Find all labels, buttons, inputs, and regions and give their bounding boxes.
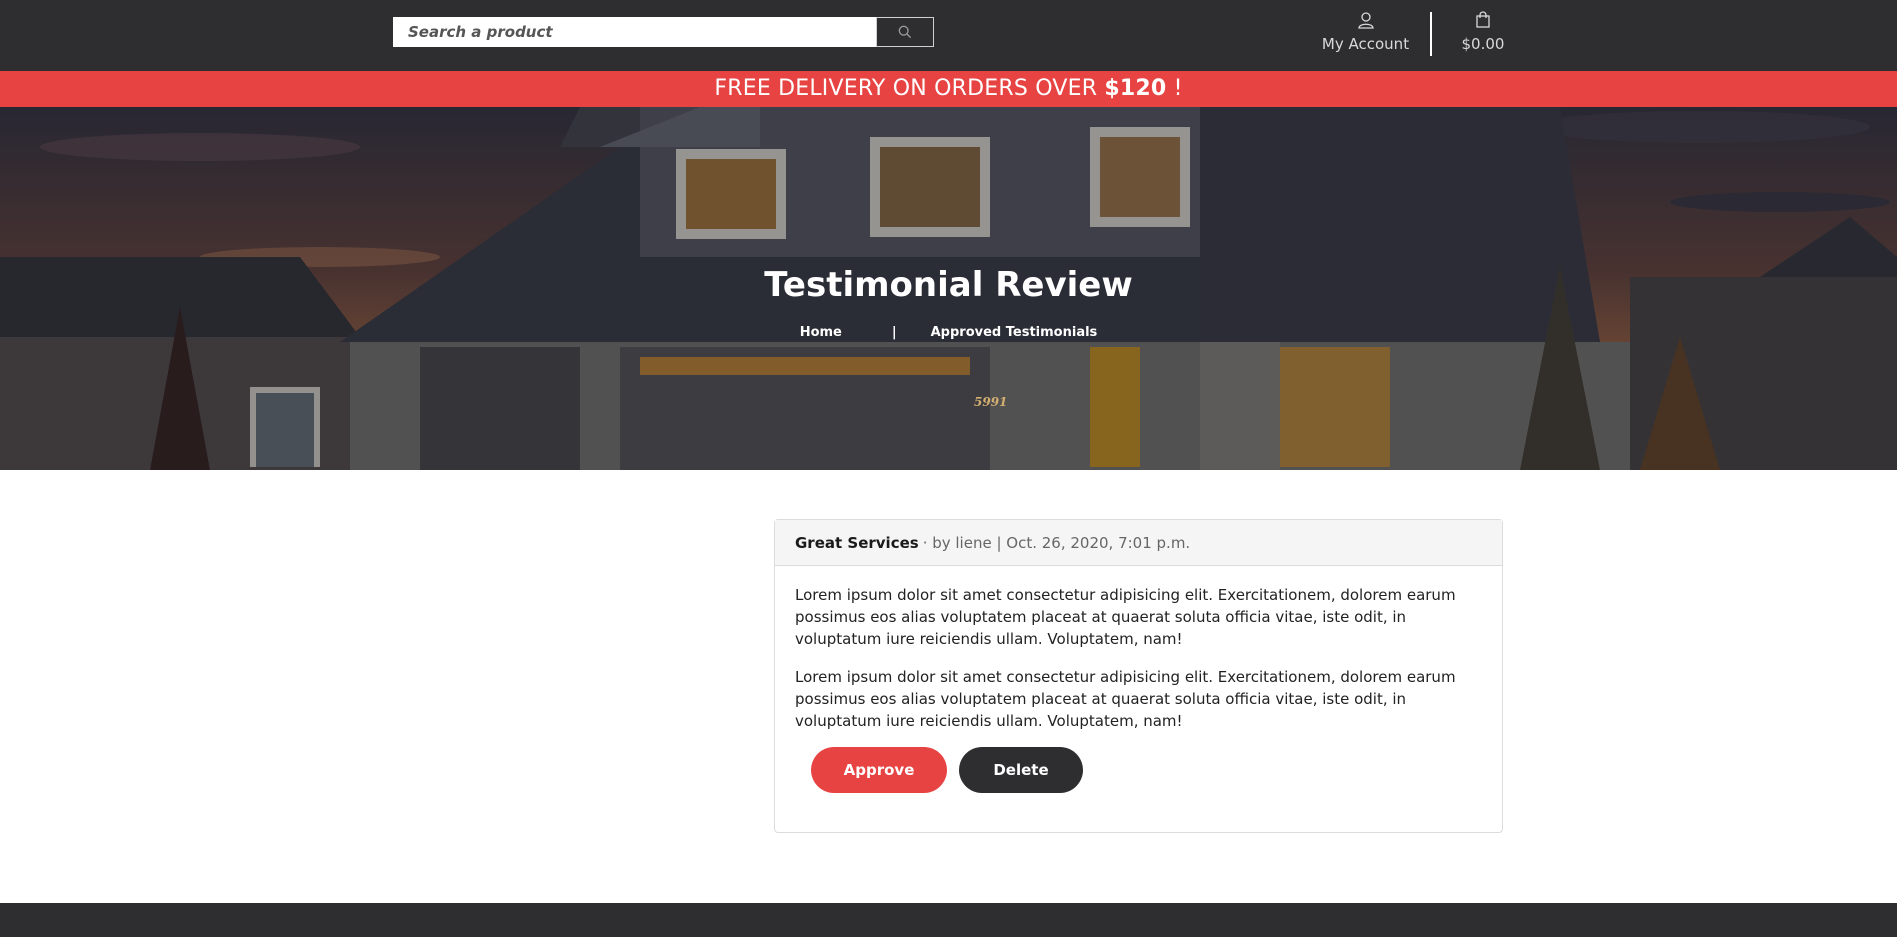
delete-button[interactable]: Delete: [959, 747, 1083, 793]
testimonial-card: Great Services · by liene | Oct. 26, 202…: [774, 519, 1503, 833]
testimonial-title: Great Services: [795, 533, 919, 552]
search-icon: [898, 25, 912, 39]
header-divider: [1430, 12, 1432, 56]
testimonial-body: Lorem ipsum dolor sit amet consectetur a…: [775, 566, 1502, 793]
testimonial-meta: · by liene | Oct. 26, 2020, 7:01 p.m.: [922, 533, 1191, 552]
cart-total: $0.00: [1461, 35, 1505, 53]
promo-amount: $120: [1104, 76, 1167, 101]
breadcrumb-current: Approved Testimonials: [930, 325, 1098, 340]
user-icon: [1318, 11, 1413, 31]
approve-button[interactable]: Approve: [811, 747, 947, 793]
breadcrumb-home-link[interactable]: Home: [800, 325, 842, 340]
search-button[interactable]: [876, 17, 934, 47]
testimonial-paragraph: Lorem ipsum dolor sit amet consectetur a…: [795, 668, 1456, 730]
cart-link[interactable]: $0.00: [1455, 11, 1511, 53]
top-header: My Account $0.00: [0, 0, 1897, 71]
footer: [0, 903, 1897, 937]
my-account-label: My Account: [1321, 35, 1410, 53]
search-input[interactable]: [393, 17, 876, 47]
hero-banner: 5991 Testimonial Review Home | Approved Te…: [0, 107, 1897, 470]
breadcrumb-separator: |: [891, 325, 897, 340]
my-account-link[interactable]: My Account: [1318, 11, 1413, 53]
promo-text: FREE DELIVERY ON ORDERS OVER: [714, 76, 1105, 101]
breadcrumb: Home | Approved Testimonials: [0, 325, 1897, 340]
page-title: Testimonial Review: [764, 265, 1133, 305]
promo-suffix: !: [1166, 76, 1183, 101]
testimonial-header: Great Services · by liene | Oct. 26, 202…: [775, 520, 1502, 566]
testimonial-actions: Approve Delete: [795, 747, 1482, 793]
search-bar: [393, 17, 934, 47]
house-number-plate: 5991: [974, 395, 1007, 409]
testimonial-paragraph: Lorem ipsum dolor sit amet consectetur a…: [795, 586, 1456, 648]
shopping-bag-icon: [1455, 11, 1511, 31]
promo-banner: FREE DELIVERY ON ORDERS OVER $120 !: [0, 71, 1897, 107]
